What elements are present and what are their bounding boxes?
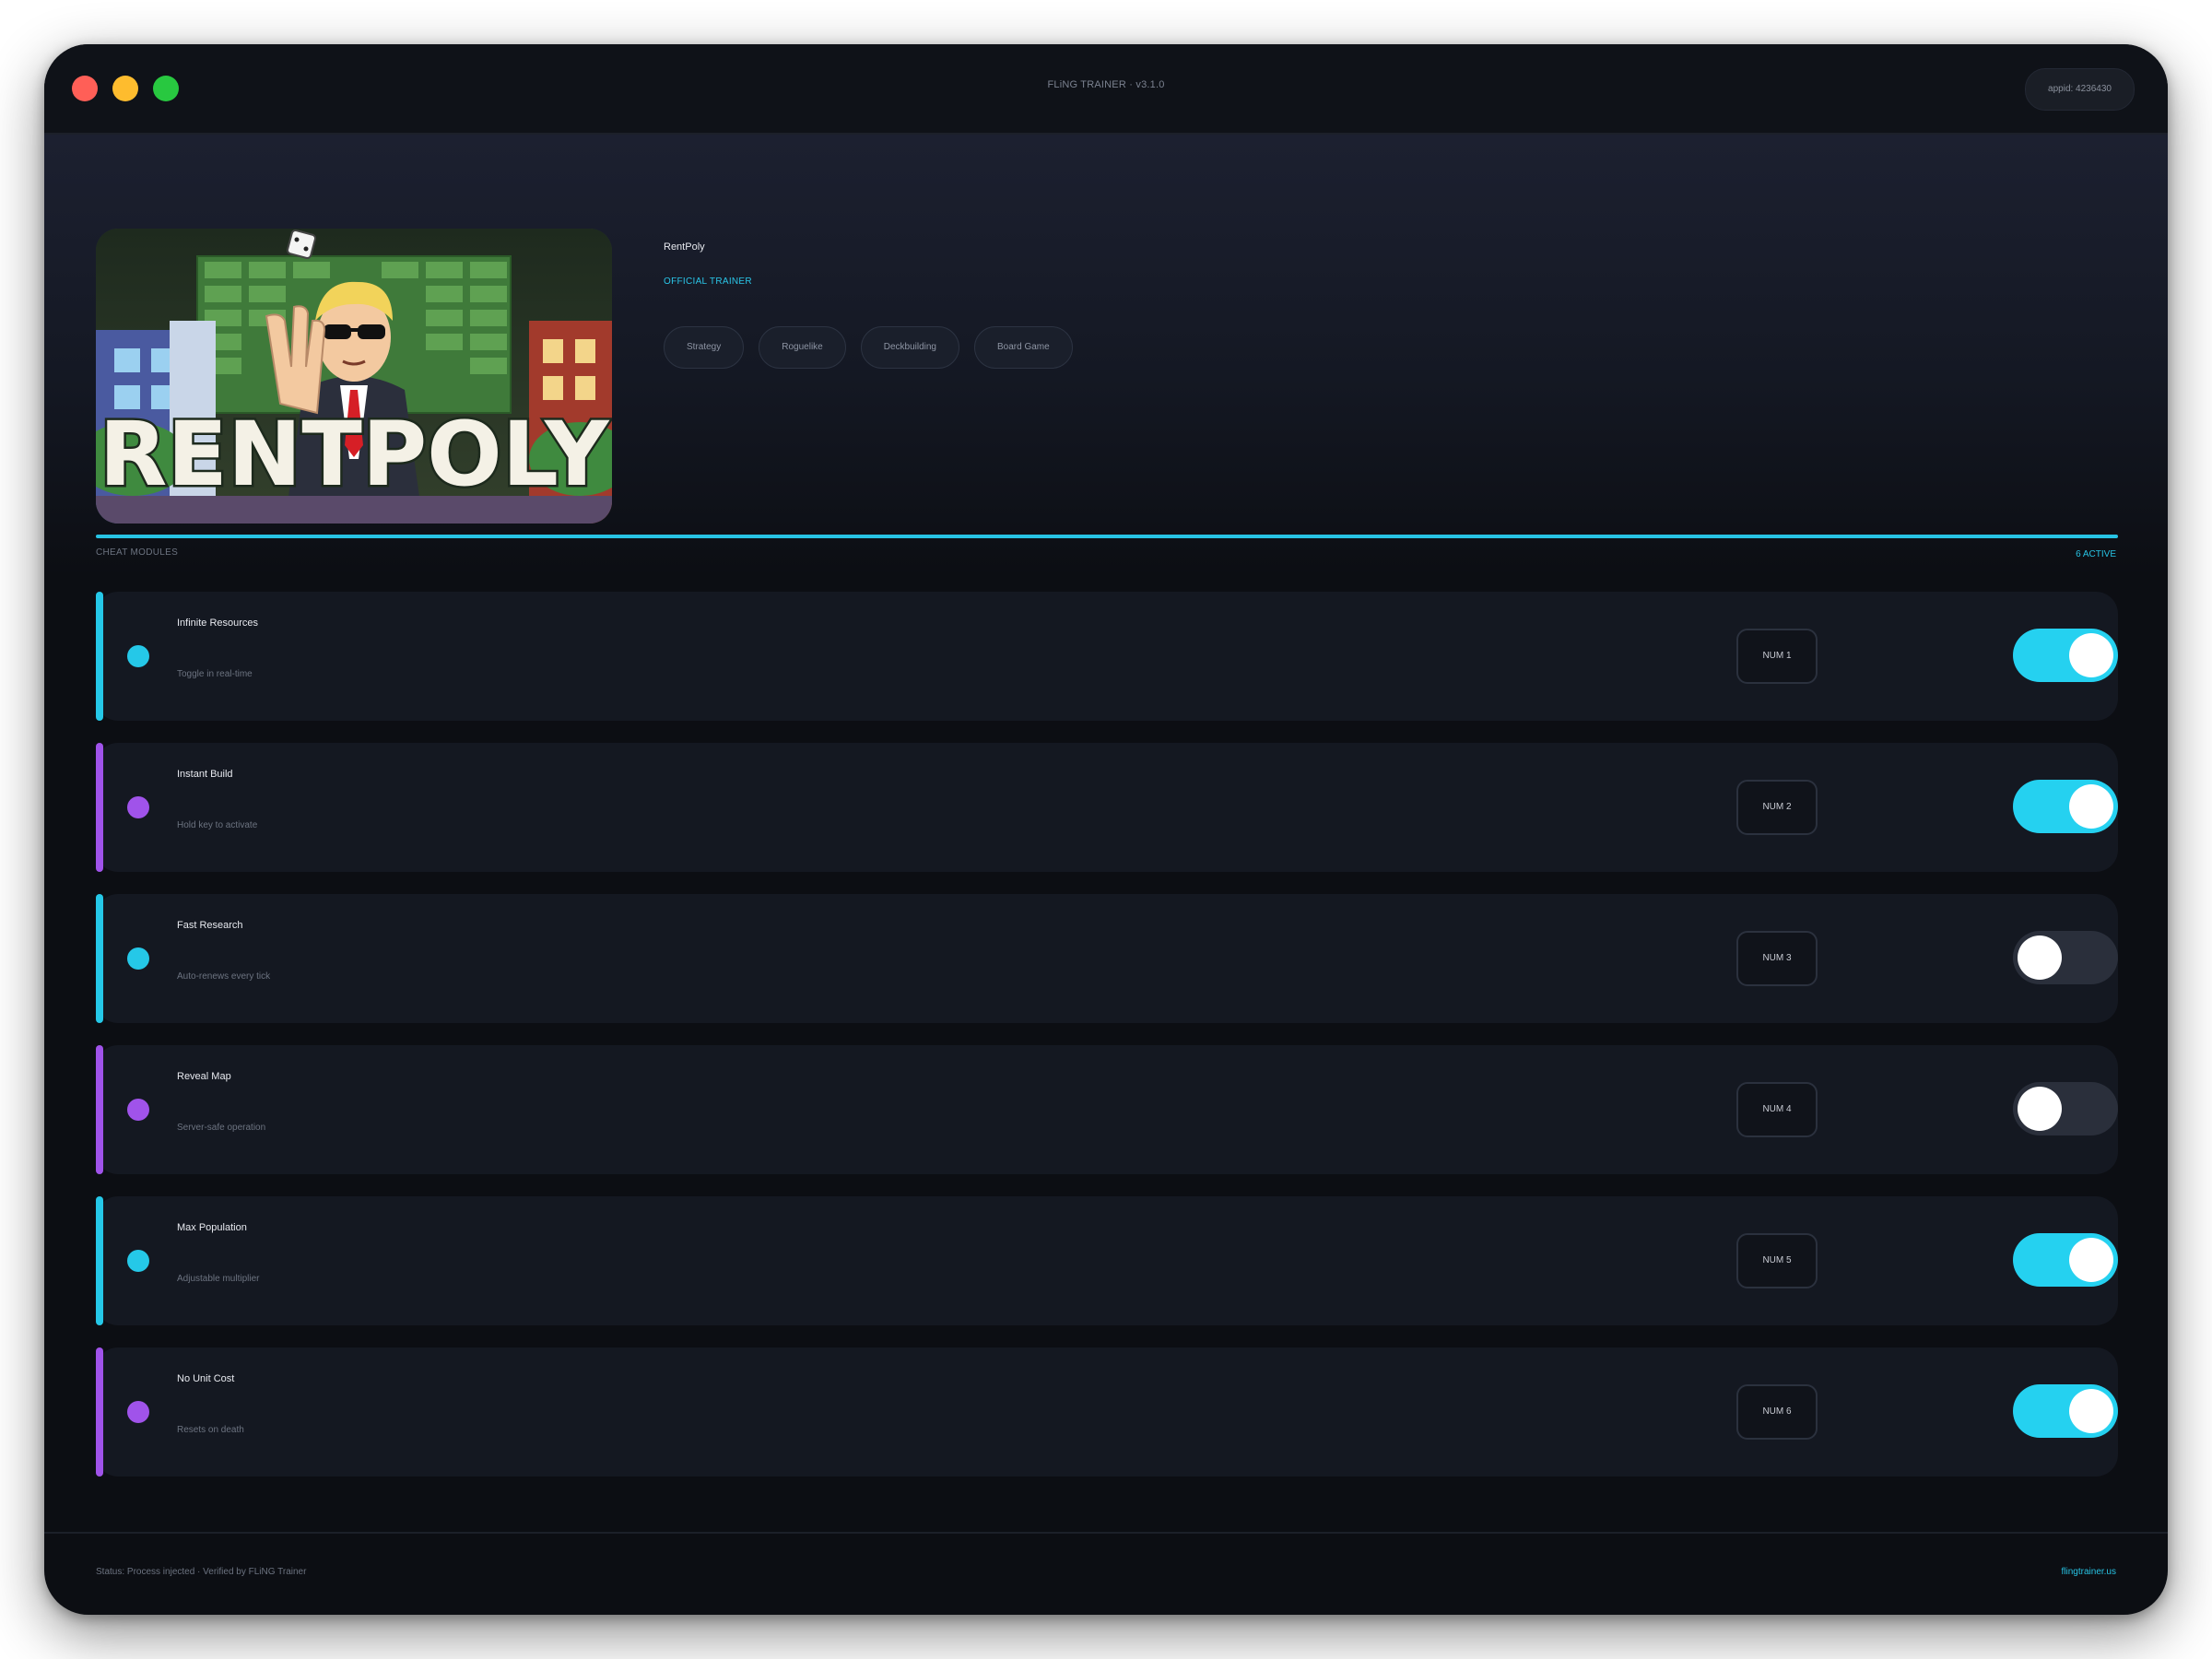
- footer-status: Status: Process injected · Verified by F…: [96, 1567, 307, 1577]
- cheat-description: Adjustable multiplier: [177, 1274, 260, 1284]
- toggle-knob: [2069, 784, 2113, 829]
- row-accent-bar: [96, 1045, 103, 1174]
- cheat-toggle[interactable]: [2013, 931, 2118, 984]
- status-dot: [127, 796, 149, 818]
- tag-strategy[interactable]: Strategy: [664, 326, 745, 369]
- tag-roguelike[interactable]: Roguelike: [759, 326, 846, 369]
- status-dot: [127, 645, 149, 667]
- cheat-toggle[interactable]: [2013, 629, 2118, 682]
- trainer-window: FLiNG TRAINER · v3.1.0 appid: 4236430 RE…: [44, 44, 2168, 1615]
- section-title: CHEAT MODULES: [96, 547, 179, 558]
- cheat-description: Toggle in real-time: [177, 669, 253, 679]
- row-accent-bar: [96, 1347, 103, 1477]
- game-header: RENTPOLY RentPoly OFFICIAL TRAINER Strat…: [44, 135, 2168, 577]
- tag-board-game[interactable]: Board Game: [974, 326, 1073, 369]
- official-trainer-badge: OFFICIAL TRAINER: [664, 276, 752, 287]
- cheat-description: Server-safe operation: [177, 1123, 266, 1133]
- game-cover-image: RENTPOLY: [96, 229, 612, 524]
- cheat-toggle[interactable]: [2013, 1233, 2118, 1287]
- cheat-row-instant-build: Instant Build Hold key to activate NUM 2: [96, 743, 2118, 872]
- toggle-knob: [2069, 1389, 2113, 1433]
- row-accent-bar: [96, 592, 103, 721]
- hotkey-badge[interactable]: NUM 2: [1736, 780, 1818, 835]
- cheat-description: Hold key to activate: [177, 820, 258, 830]
- cheat-name: Max Population: [177, 1222, 247, 1233]
- footer-link[interactable]: flingtrainer.us: [2062, 1567, 2116, 1577]
- tag-deckbuilding[interactable]: Deckbuilding: [860, 326, 959, 369]
- hotkey-badge[interactable]: NUM 5: [1736, 1233, 1818, 1288]
- cheat-row-infinite-resources: Infinite Resources Toggle in real-time N…: [96, 592, 2118, 721]
- cover-art: RENTPOLY: [96, 229, 612, 524]
- status-dot: [127, 947, 149, 970]
- row-accent-bar: [96, 743, 103, 872]
- cheat-toggle[interactable]: [2013, 1384, 2118, 1438]
- cheat-description: Resets on death: [177, 1425, 244, 1435]
- cheat-row-fast-research: Fast Research Auto-renews every tick NUM…: [96, 894, 2118, 1023]
- section-divider: [96, 535, 2118, 538]
- row-accent-bar: [96, 894, 103, 1023]
- status-dot: [127, 1250, 149, 1272]
- cheat-description: Auto-renews every tick: [177, 971, 271, 982]
- status-dot: [127, 1401, 149, 1423]
- hotkey-badge[interactable]: NUM 6: [1736, 1384, 1818, 1440]
- cheat-name: No Unit Cost: [177, 1373, 235, 1384]
- cheat-name: Reveal Map: [177, 1071, 231, 1082]
- active-count: 6 ACTIVE: [2076, 549, 2116, 559]
- toggle-knob: [2018, 1087, 2062, 1131]
- cheat-toggle[interactable]: [2013, 780, 2118, 833]
- cover-logo-text: RENTPOLY: [99, 403, 610, 506]
- toggle-knob: [2069, 1238, 2113, 1282]
- cheat-row-no-unit-cost: No Unit Cost Resets on death NUM 6: [96, 1347, 2118, 1477]
- cheat-row-reveal-map: Reveal Map Server-safe operation NUM 4: [96, 1045, 2118, 1174]
- cheat-name: Instant Build: [177, 769, 233, 780]
- hotkey-badge[interactable]: NUM 1: [1736, 629, 1818, 684]
- window-title: FLiNG TRAINER · v3.1.0: [1047, 79, 1165, 90]
- footer-divider: [44, 1532, 2168, 1534]
- status-dot: [127, 1099, 149, 1121]
- genre-tags: Strategy Roguelike Deckbuilding Board Ga…: [664, 326, 1073, 369]
- hotkey-badge[interactable]: NUM 4: [1736, 1082, 1818, 1137]
- toggle-knob: [2069, 633, 2113, 677]
- hotkey-badge[interactable]: NUM 3: [1736, 931, 1818, 986]
- cheat-name: Infinite Resources: [177, 618, 259, 629]
- toggle-knob: [2018, 935, 2062, 980]
- row-accent-bar: [96, 1196, 103, 1325]
- cheat-row-max-population: Max Population Adjustable multiplier NUM…: [96, 1196, 2118, 1325]
- cheat-name: Fast Research: [177, 920, 243, 931]
- game-title: RentPoly: [664, 241, 705, 253]
- title-bar: FLiNG TRAINER · v3.1.0 appid: 4236430: [44, 44, 2168, 135]
- appid-badge: appid: 4236430: [2025, 68, 2135, 111]
- cheat-toggle[interactable]: [2013, 1082, 2118, 1135]
